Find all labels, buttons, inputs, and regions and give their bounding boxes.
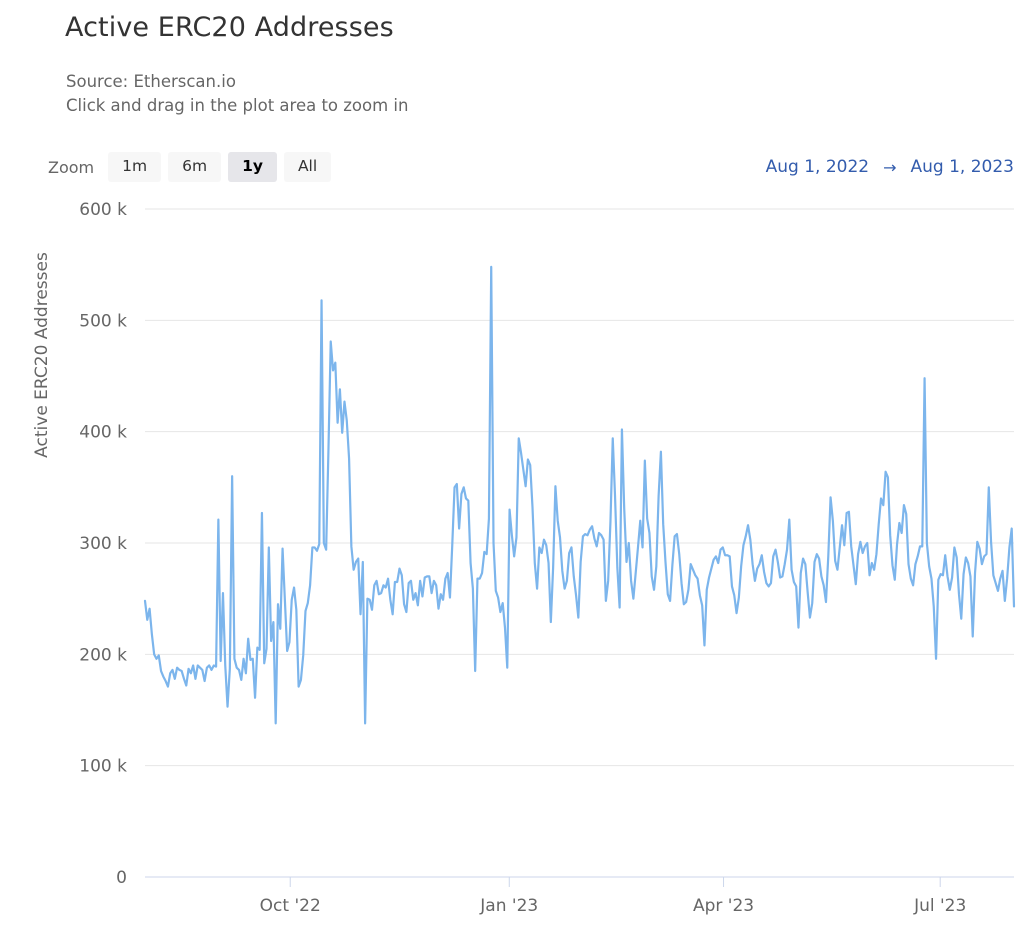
- y-tick-label: 500 k: [79, 311, 127, 331]
- x-tick-label: Apr '23: [693, 896, 754, 916]
- series-line: [145, 267, 1014, 723]
- y-tick-label: 300 k: [79, 534, 127, 554]
- y-axis-title: Active ERC20 Addresses: [32, 225, 52, 485]
- y-axis-tick-labels: 0 100 k 200 k 300 k 400 k 500 k 600 k: [79, 200, 127, 888]
- chart-container: Active ERC20 Addresses Source: Etherscan…: [0, 0, 1024, 939]
- x-axis-ticks: [290, 877, 940, 887]
- y-tick-label: 600 k: [79, 200, 127, 220]
- x-axis-tick-labels: Oct '22 Jan '23 Apr '23 Jul '23: [260, 896, 967, 916]
- y-tick-label: 100 k: [79, 757, 127, 777]
- y-tick-label: 200 k: [79, 645, 127, 665]
- gridlines: [145, 209, 1014, 877]
- plot-svg[interactable]: 0 100 k 200 k 300 k 400 k 500 k 600 k Oct '22 J…: [0, 0, 1024, 939]
- x-tick-label: Jan '23: [479, 896, 538, 916]
- x-tick-label: Jul '23: [913, 896, 966, 916]
- y-tick-label: 0: [116, 868, 127, 888]
- y-tick-label: 400 k: [79, 423, 127, 443]
- x-tick-label: Oct '22: [260, 896, 321, 916]
- plot-area[interactable]: 0 100 k 200 k 300 k 400 k 500 k 600 k Oct '22 J…: [0, 0, 1024, 939]
